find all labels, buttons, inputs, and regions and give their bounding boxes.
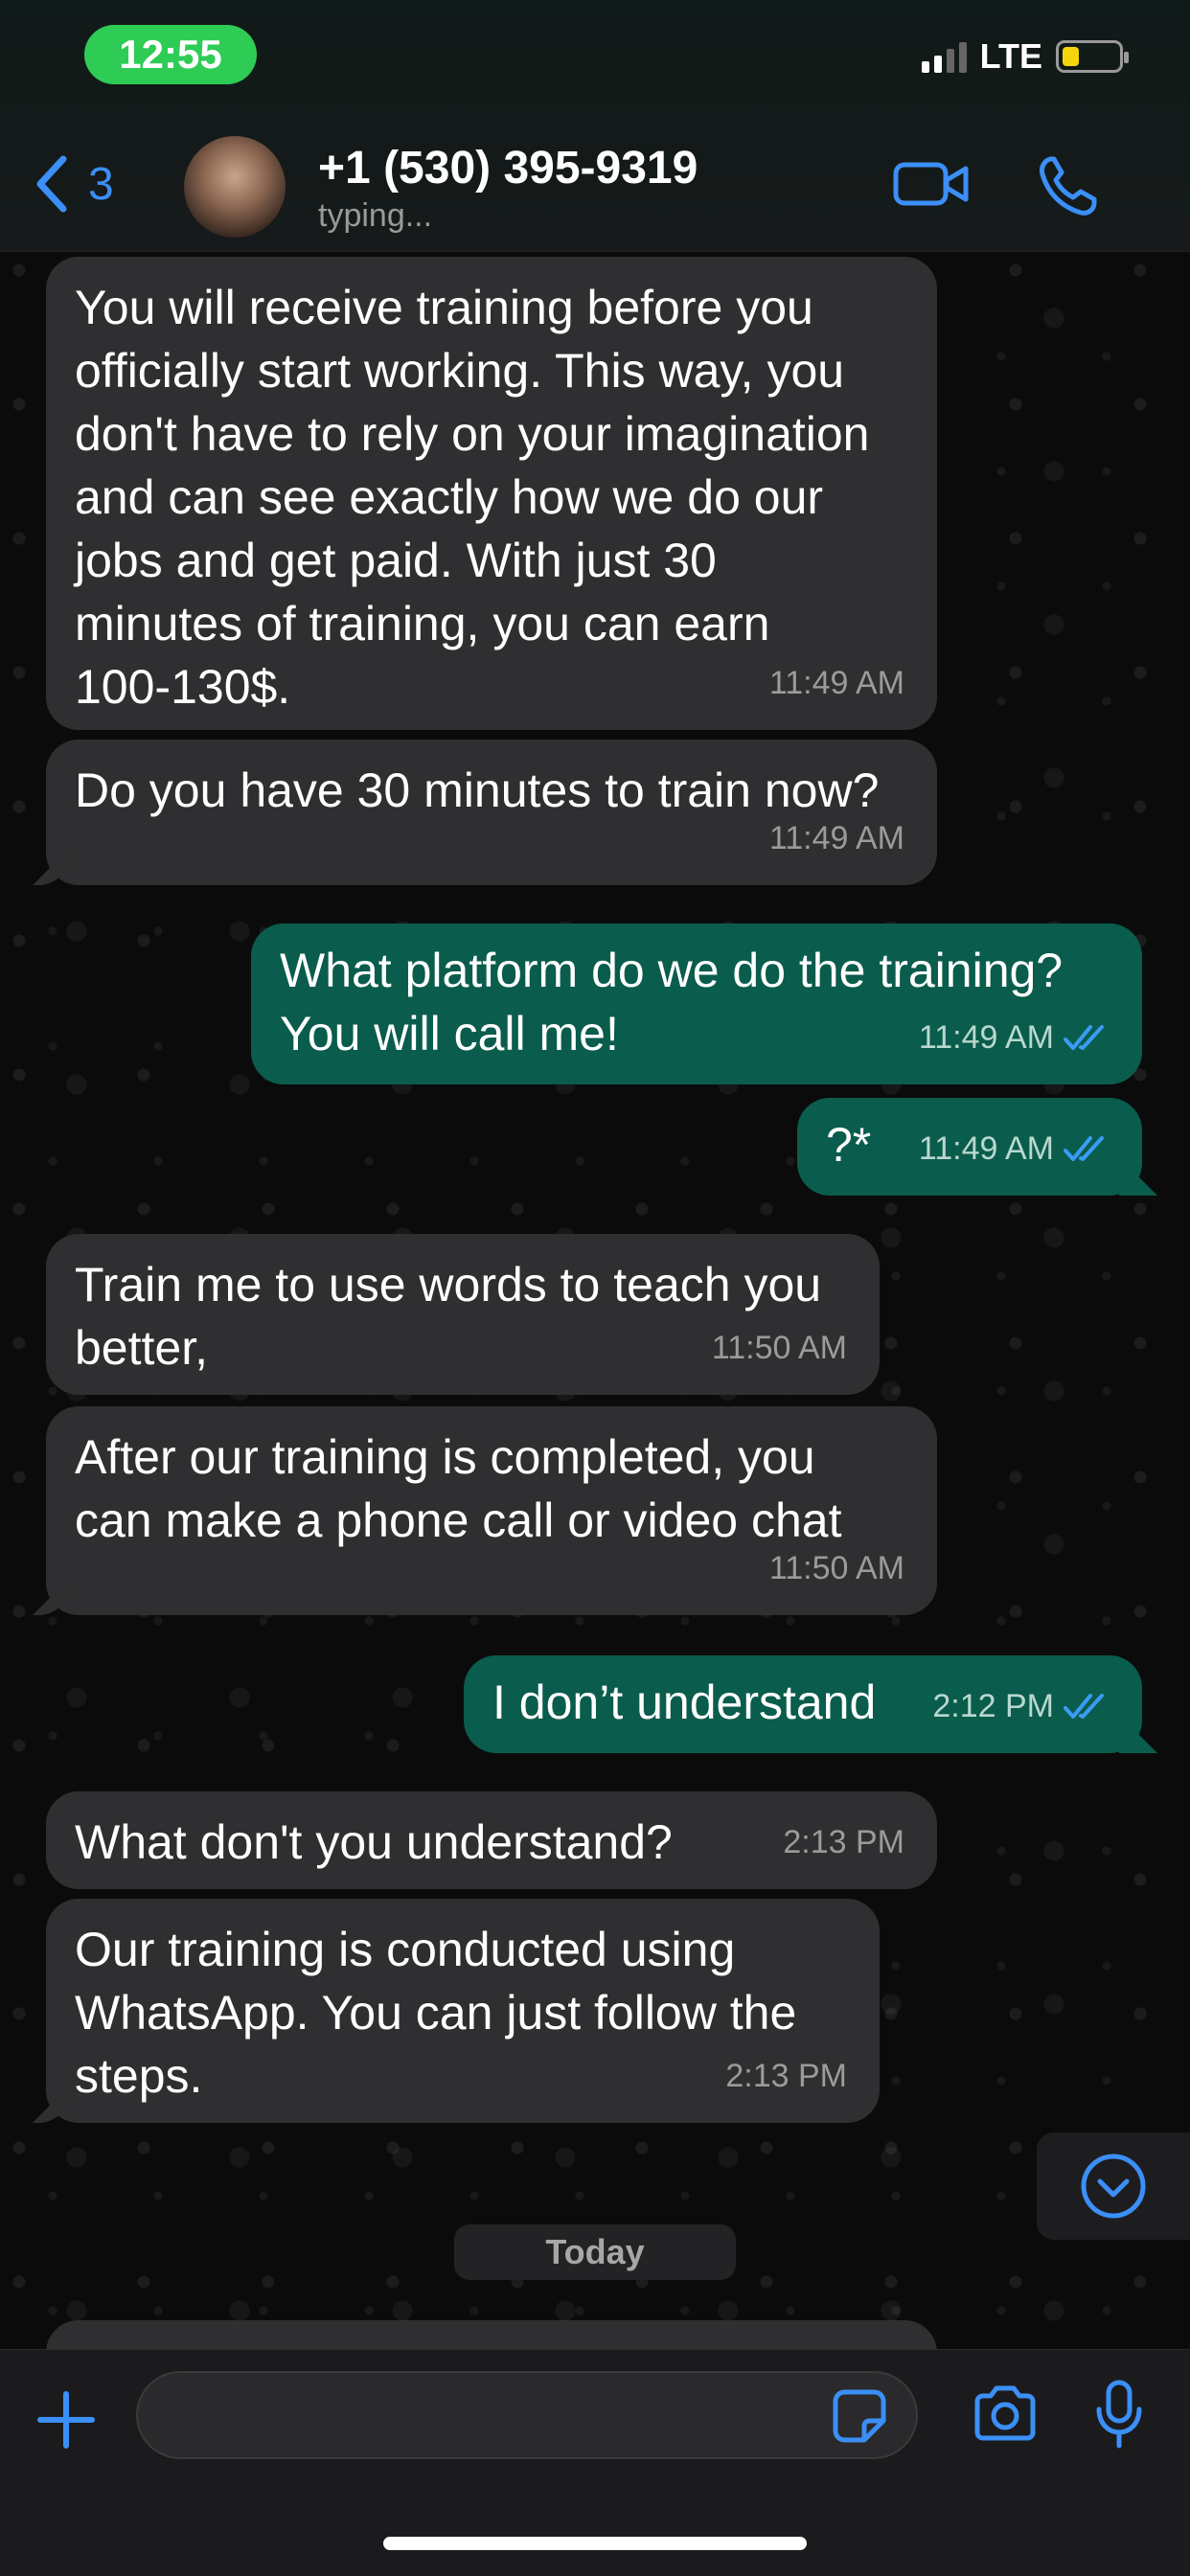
battery-fill [1063,47,1079,66]
video-call-button[interactable] [893,155,970,213]
scroll-to-bottom-button[interactable] [1037,2132,1190,2240]
phone-icon [1040,156,1097,216]
plus-icon [37,2391,95,2449]
message-incoming[interactable]: You will receive training before you off… [46,257,937,730]
message-incoming[interactable]: Train me to use words to teach you bette… [46,1234,880,1395]
message-incoming[interactable]: Our training is conducted using WhatsApp… [46,1899,880,2123]
battery-icon [1056,40,1129,73]
message-time: 11:49 AM [768,665,904,701]
status-indicators: LTE [921,36,1129,77]
back-button[interactable]: 3 [34,155,114,213]
contact-avatar[interactable] [184,136,286,238]
message-time: 11:50 AM [768,1550,904,1586]
camera-button[interactable] [972,2384,1039,2447]
signal-icon [921,40,967,73]
message-outgoing[interactable]: I don’t understand 2:12 PM [464,1655,1142,1753]
sticker-button[interactable] [832,2388,887,2449]
message-incoming[interactable]: Do you have 30 minutes to train now? 11:… [46,740,937,885]
message-incoming[interactable]: What don't you understand? 2:13 PM [46,1791,937,1889]
voice-call-button[interactable] [1037,155,1098,217]
back-chevron-icon [36,155,67,213]
contact-status: typing... [318,197,433,234]
attach-button[interactable] [36,2390,96,2454]
message-outgoing[interactable]: ?* 11:49 AM [797,1098,1142,1196]
message-input[interactable] [136,2371,918,2459]
message-time: 11:49 AM [918,1130,1054,1167]
network-label: LTE [979,36,1042,76]
sticker-icon [833,2389,886,2443]
microphone-icon [1096,2380,1142,2449]
message-time: 2:13 PM [725,2058,847,2094]
contact-name[interactable]: +1 (530) 395-9319 [318,142,698,194]
message-text: After our training is completed, you can… [75,1430,842,1547]
message-time: 11:49 AM [918,1019,1054,1056]
video-call-icon [893,162,969,206]
message-time: 2:12 PM [932,1688,1054,1724]
date-separator: Today [454,2224,736,2280]
message-incoming[interactable]: After our training is completed, you can… [46,1406,937,1615]
read-ticks-icon [1064,1136,1104,1161]
scroll-down-icon [1081,2154,1146,2219]
message-time: 11:49 AM [768,820,904,856]
unread-count: 3 [88,158,114,210]
message-outgoing[interactable]: What platform do we do the training? You… [251,923,1142,1084]
status-time[interactable]: 12:55 [84,25,257,84]
read-ticks-icon [1064,1694,1104,1719]
home-indicator[interactable] [383,2537,807,2550]
camera-icon [974,2385,1036,2441]
chat-header: 12:55 LTE 3 +1 (530) 395-9319 typing... [0,0,1190,252]
read-ticks-icon [1064,1025,1104,1050]
message-time: 11:50 AM [711,1330,847,1366]
voice-message-button[interactable] [1094,2379,1144,2454]
message-time: 2:13 PM [783,1824,904,1860]
